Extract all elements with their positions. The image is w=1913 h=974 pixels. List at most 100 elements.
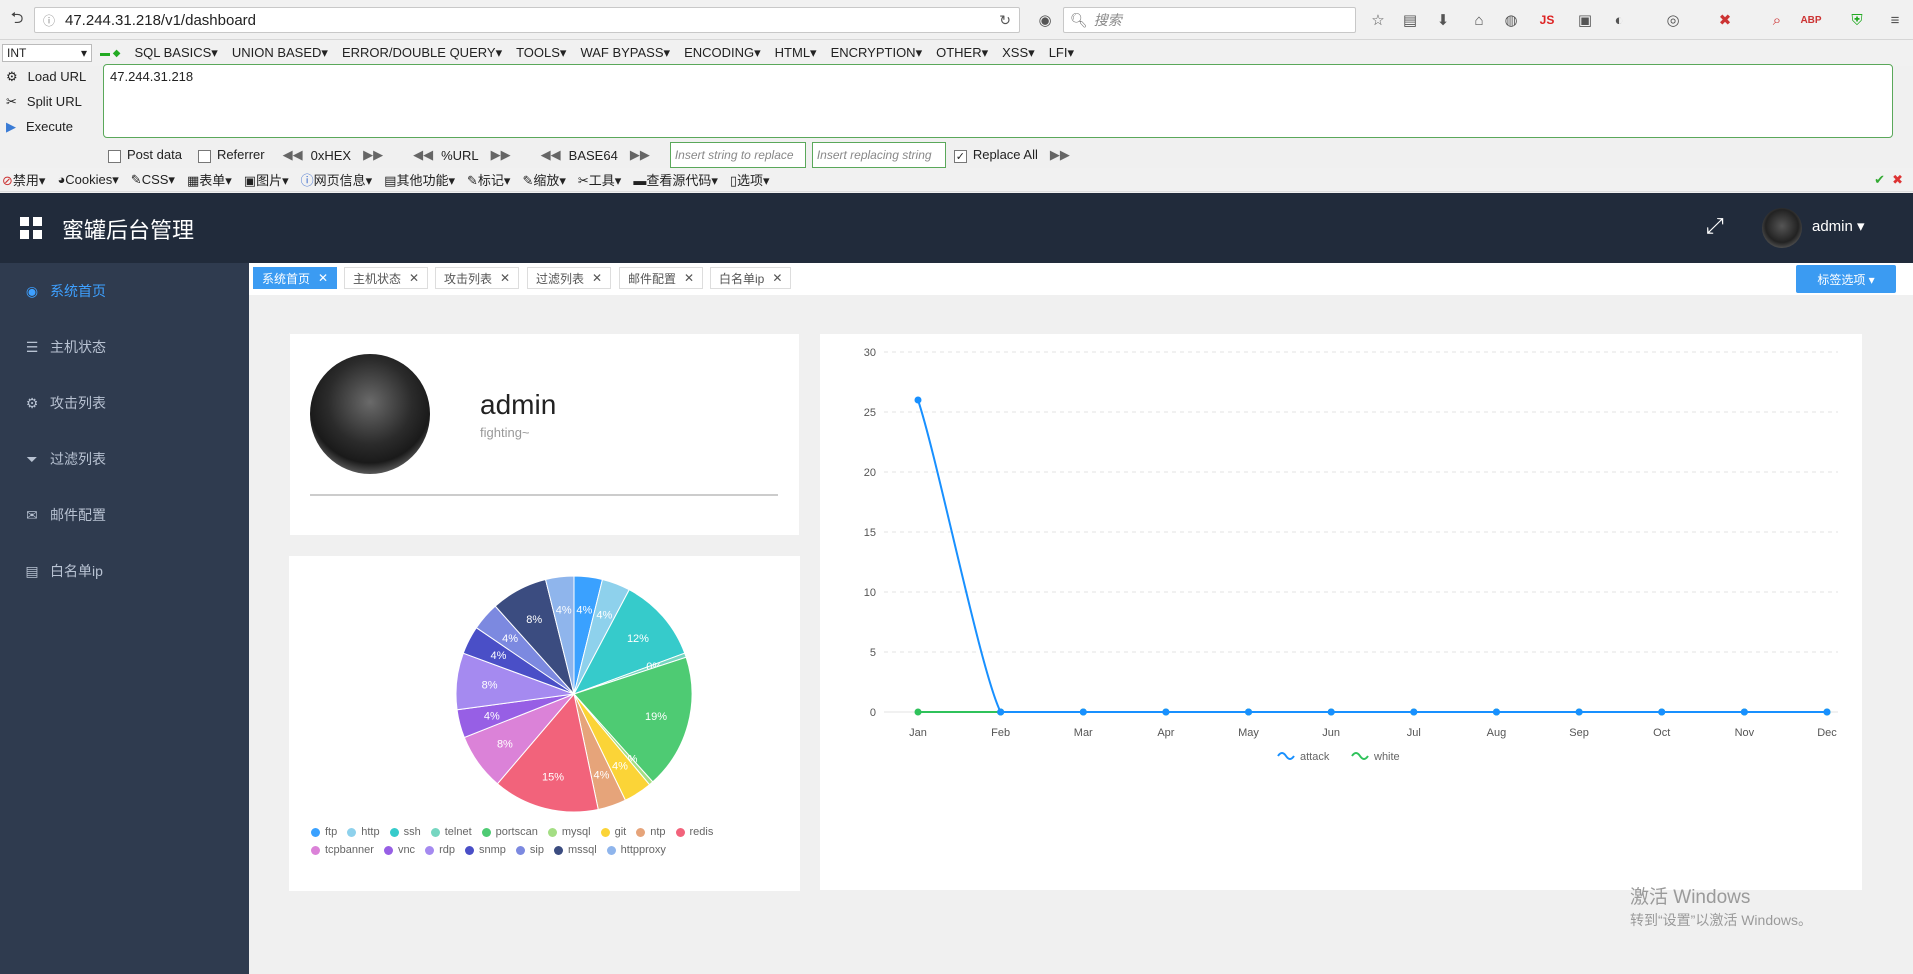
adblock-icon[interactable]: ABP xyxy=(1800,9,1822,31)
wd-disable[interactable]: ⊘禁用▾ xyxy=(2,170,45,189)
point-attack-Jan[interactable] xyxy=(914,396,922,404)
block-icon[interactable]: ✖ xyxy=(1714,9,1736,31)
legend-item-ftp[interactable]: ftp xyxy=(311,826,337,838)
close-icon[interactable]: ✕ xyxy=(500,271,510,285)
eye-icon[interactable]: ◎ xyxy=(1662,9,1684,31)
legend-item-redis[interactable]: redis xyxy=(675,826,713,838)
image-icon[interactable]: ▣ xyxy=(1574,9,1596,31)
hackbar-type-select[interactable]: INT ▾ xyxy=(2,44,92,62)
b64-right-arrow-icon[interactable]: ▶▶ xyxy=(630,147,650,163)
js-icon[interactable]: JS xyxy=(1536,9,1558,31)
wd-view-source[interactable]: ▬查看源代码▾ xyxy=(633,170,718,189)
point-attack-Nov[interactable] xyxy=(1740,708,1748,716)
replace-all-checkbox[interactable] xyxy=(953,149,967,163)
close-icon[interactable]: ✕ xyxy=(318,271,328,285)
wd-outline[interactable]: ✎标记▾ xyxy=(467,170,510,189)
legend-item-ntp[interactable]: ntp xyxy=(636,826,666,838)
menu-xss[interactable]: XSS▾ xyxy=(1002,45,1035,61)
sidebar-item-attack-list[interactable]: ⚙ 攻击列表 xyxy=(0,375,249,431)
legend-label-white[interactable]: white xyxy=(1373,751,1400,763)
wd-forms[interactable]: ▦表单▾ xyxy=(187,170,232,189)
referrer-toggle[interactable]: Referrer xyxy=(197,147,265,163)
addon-icon[interactable]: ◉ xyxy=(1034,9,1056,31)
point-attack-May[interactable] xyxy=(1245,708,1253,716)
legend-item-tcpbanner[interactable]: tcpbanner xyxy=(311,844,374,856)
hex-left-arrow-icon[interactable]: ◀◀ xyxy=(283,147,303,163)
b64-left-arrow-icon[interactable]: ◀◀ xyxy=(541,147,561,163)
replace-go-icon[interactable]: ▶▶ xyxy=(1050,147,1070,163)
legend-item-ssh[interactable]: ssh xyxy=(389,826,421,838)
point-attack-Mar[interactable] xyxy=(1079,708,1087,716)
post-data-checkbox[interactable] xyxy=(108,149,121,163)
replace-search-input[interactable]: Insert string to replace xyxy=(669,142,806,168)
point-attack-Feb[interactable] xyxy=(997,708,1005,716)
info-icon[interactable]: ⓘ xyxy=(43,12,55,29)
execute-button[interactable]: ▶ Execute xyxy=(0,114,100,139)
wd-css[interactable]: ✎CSS▾ xyxy=(131,172,175,188)
point-attack-Dec[interactable] xyxy=(1823,708,1831,716)
point-white-Jan[interactable] xyxy=(914,708,922,716)
clipboard-icon[interactable]: ▤ xyxy=(1399,9,1421,31)
wd-tools[interactable]: ✂工具▾ xyxy=(578,170,621,189)
close-icon[interactable]: ✕ xyxy=(772,271,782,285)
tag-options-button[interactable]: 标签选项 ▾ xyxy=(1796,265,1896,293)
sidebar-item-mail-config[interactable]: ✉ 邮件配置 xyxy=(0,487,249,543)
point-attack-Apr[interactable] xyxy=(1162,708,1170,716)
menu-tools[interactable]: TOOLS▾ xyxy=(516,45,566,61)
sidebar-item-filter-list[interactable]: ⏷ 过滤列表 xyxy=(0,431,249,487)
bookmark-star-icon[interactable]: ☆ xyxy=(1367,9,1389,31)
menu-encoding[interactable]: ENCODING▾ xyxy=(684,45,761,61)
legend-item-vnc[interactable]: vnc xyxy=(383,844,415,856)
load-url-button[interactable]: ⚙ Load URL xyxy=(0,64,100,89)
tab-mail-config[interactable]: 邮件配置 ✕ xyxy=(619,267,704,289)
menu-error-query[interactable]: ERROR/DOUBLE QUERY▾ xyxy=(342,45,502,61)
referrer-checkbox[interactable] xyxy=(197,149,211,163)
tab-attack-list[interactable]: 攻击列表 ✕ xyxy=(435,267,520,289)
menu-other[interactable]: OTHER▾ xyxy=(936,45,988,61)
menu-sql-basics[interactable]: SQL BASICS▾ xyxy=(134,45,217,61)
wd-cookies[interactable]: ◕Cookies▾ xyxy=(57,172,118,188)
point-attack-Jul[interactable] xyxy=(1410,708,1418,716)
palette-icon[interactable]: ◐ xyxy=(1608,9,1630,31)
point-attack-Sep[interactable] xyxy=(1575,708,1583,716)
hackbar-url-textarea[interactable]: 47.244.31.218 xyxy=(103,64,1893,138)
legend-item-sip[interactable]: sip xyxy=(515,844,544,856)
user-menu[interactable]: admin ▾ xyxy=(1812,217,1865,235)
legend-item-snmp[interactable]: snmp xyxy=(464,844,506,856)
legend-item-rdp[interactable]: rdp xyxy=(425,844,455,856)
menu-lfi[interactable]: LFI▾ xyxy=(1049,45,1074,61)
back-icon[interactable]: ⮌ xyxy=(4,7,30,33)
tab-whitelist[interactable]: 白名单ip ✕ xyxy=(710,267,792,289)
menu-html[interactable]: HTML▾ xyxy=(775,45,817,61)
url-right-arrow-icon[interactable]: ▶▶ xyxy=(491,147,511,163)
legend-item-telnet[interactable]: telnet xyxy=(430,826,472,838)
home-icon[interactable]: ⌂ xyxy=(1468,9,1490,31)
wd-options[interactable]: ▯选项▾ xyxy=(730,170,770,189)
legend-item-http[interactable]: http xyxy=(347,826,380,838)
menu-union-based[interactable]: UNION BASED▾ xyxy=(232,45,328,61)
menu-waf-bypass[interactable]: WAF BYPASS▾ xyxy=(580,45,670,61)
url-left-arrow-icon[interactable]: ◀◀ xyxy=(413,147,433,163)
close-icon[interactable]: ✕ xyxy=(409,271,419,285)
sidebar-item-home[interactable]: ◉ 系统首页 xyxy=(0,263,249,319)
menu-icon[interactable]: ≡ xyxy=(1884,9,1906,31)
header-avatar[interactable] xyxy=(1762,208,1802,248)
wd-images[interactable]: ▣图片▾ xyxy=(244,170,289,189)
close-icon[interactable]: ✕ xyxy=(684,271,694,285)
tab-home[interactable]: 系统首页 ✕ xyxy=(253,267,338,289)
sidebar-item-whitelist[interactable]: ▤ 白名单ip xyxy=(0,543,249,599)
point-attack-Oct[interactable] xyxy=(1658,708,1666,716)
sidebar-item-host-status[interactable]: ☰ 主机状态 xyxy=(0,319,249,375)
legend-item-mssql[interactable]: mssql xyxy=(553,844,597,856)
download-icon[interactable]: ⬇ xyxy=(1432,9,1454,31)
zoom-icon[interactable]: ⌕ xyxy=(1766,9,1788,31)
legend-item-portscan[interactable]: portscan xyxy=(481,826,538,838)
grid-menu-icon[interactable] xyxy=(20,217,42,239)
wd-info[interactable]: ⓘ网页信息▾ xyxy=(301,170,373,189)
fullscreen-icon[interactable]: ⤢ xyxy=(1706,213,1724,239)
reload-icon[interactable]: ↻ xyxy=(999,12,1011,29)
hex-right-arrow-icon[interactable]: ▶▶ xyxy=(363,147,383,163)
wd-resize[interactable]: ✎缩放▾ xyxy=(522,170,565,189)
legend-label-attack[interactable]: attack xyxy=(1300,751,1330,763)
legend-item-git[interactable]: git xyxy=(600,826,626,838)
